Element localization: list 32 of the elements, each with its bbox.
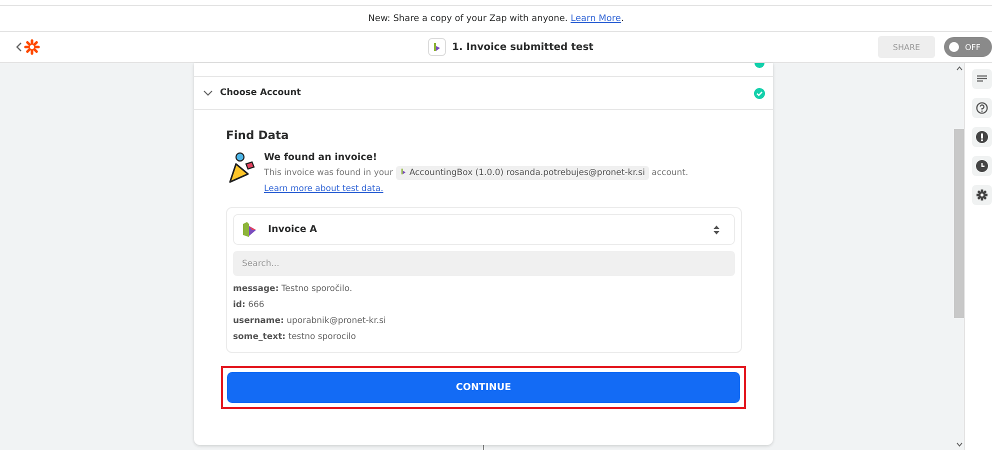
party-popper-icon	[226, 152, 256, 184]
step-label[interactable]: Choose Account	[220, 88, 747, 98]
data-field: some_text: testno sporocilo	[233, 330, 735, 344]
alert-icon[interactable]	[972, 127, 992, 147]
app-logo-icon	[242, 221, 258, 238]
scrollbar[interactable]	[954, 63, 964, 450]
settings-icon[interactable]	[972, 185, 992, 205]
search-field[interactable]: Search...	[233, 251, 735, 276]
asterisk-logo-icon[interactable]	[24, 39, 40, 55]
scroll-down-icon[interactable]	[956, 442, 962, 447]
learn-more-link[interactable]: Learn More	[570, 14, 621, 24]
found-title: We found an invoice!	[264, 152, 378, 163]
sort-arrows-icon	[713, 224, 720, 234]
on-off-toggle[interactable]: OFF	[944, 37, 992, 57]
app-icon	[428, 38, 446, 56]
data-field: username: uporabnik@pronet-kr.si	[233, 314, 735, 328]
chevron-down-icon[interactable]	[203, 90, 213, 96]
scroll-up-icon[interactable]	[956, 66, 962, 71]
record-select[interactable]: Invoice A	[233, 214, 735, 245]
help-icon[interactable]	[972, 98, 992, 118]
clock-icon[interactable]	[972, 156, 992, 176]
found-description: This invoice was found in your AccountingBox (1.0.0) rosanda.potrebujes@pronet-kr.si account. Learn more about test data.	[264, 165, 690, 196]
lines-icon[interactable]	[972, 69, 992, 89]
continue-button[interactable]: CONTINUE	[227, 372, 740, 403]
app-logo-icon	[400, 168, 407, 175]
back-chevron-icon[interactable]	[16, 42, 22, 52]
data-field: message: Testno sporočilo.	[233, 282, 735, 296]
zap-title: 1. Invoice submitted test	[452, 42, 594, 52]
section-heading: Find Data	[226, 128, 290, 142]
data-field: id: 666	[233, 298, 735, 312]
learn-more-link[interactable]: Learn more about test data.	[264, 184, 384, 194]
banner-text: New: Share a copy of your Zap with anyone. Learn More.	[368, 14, 624, 24]
